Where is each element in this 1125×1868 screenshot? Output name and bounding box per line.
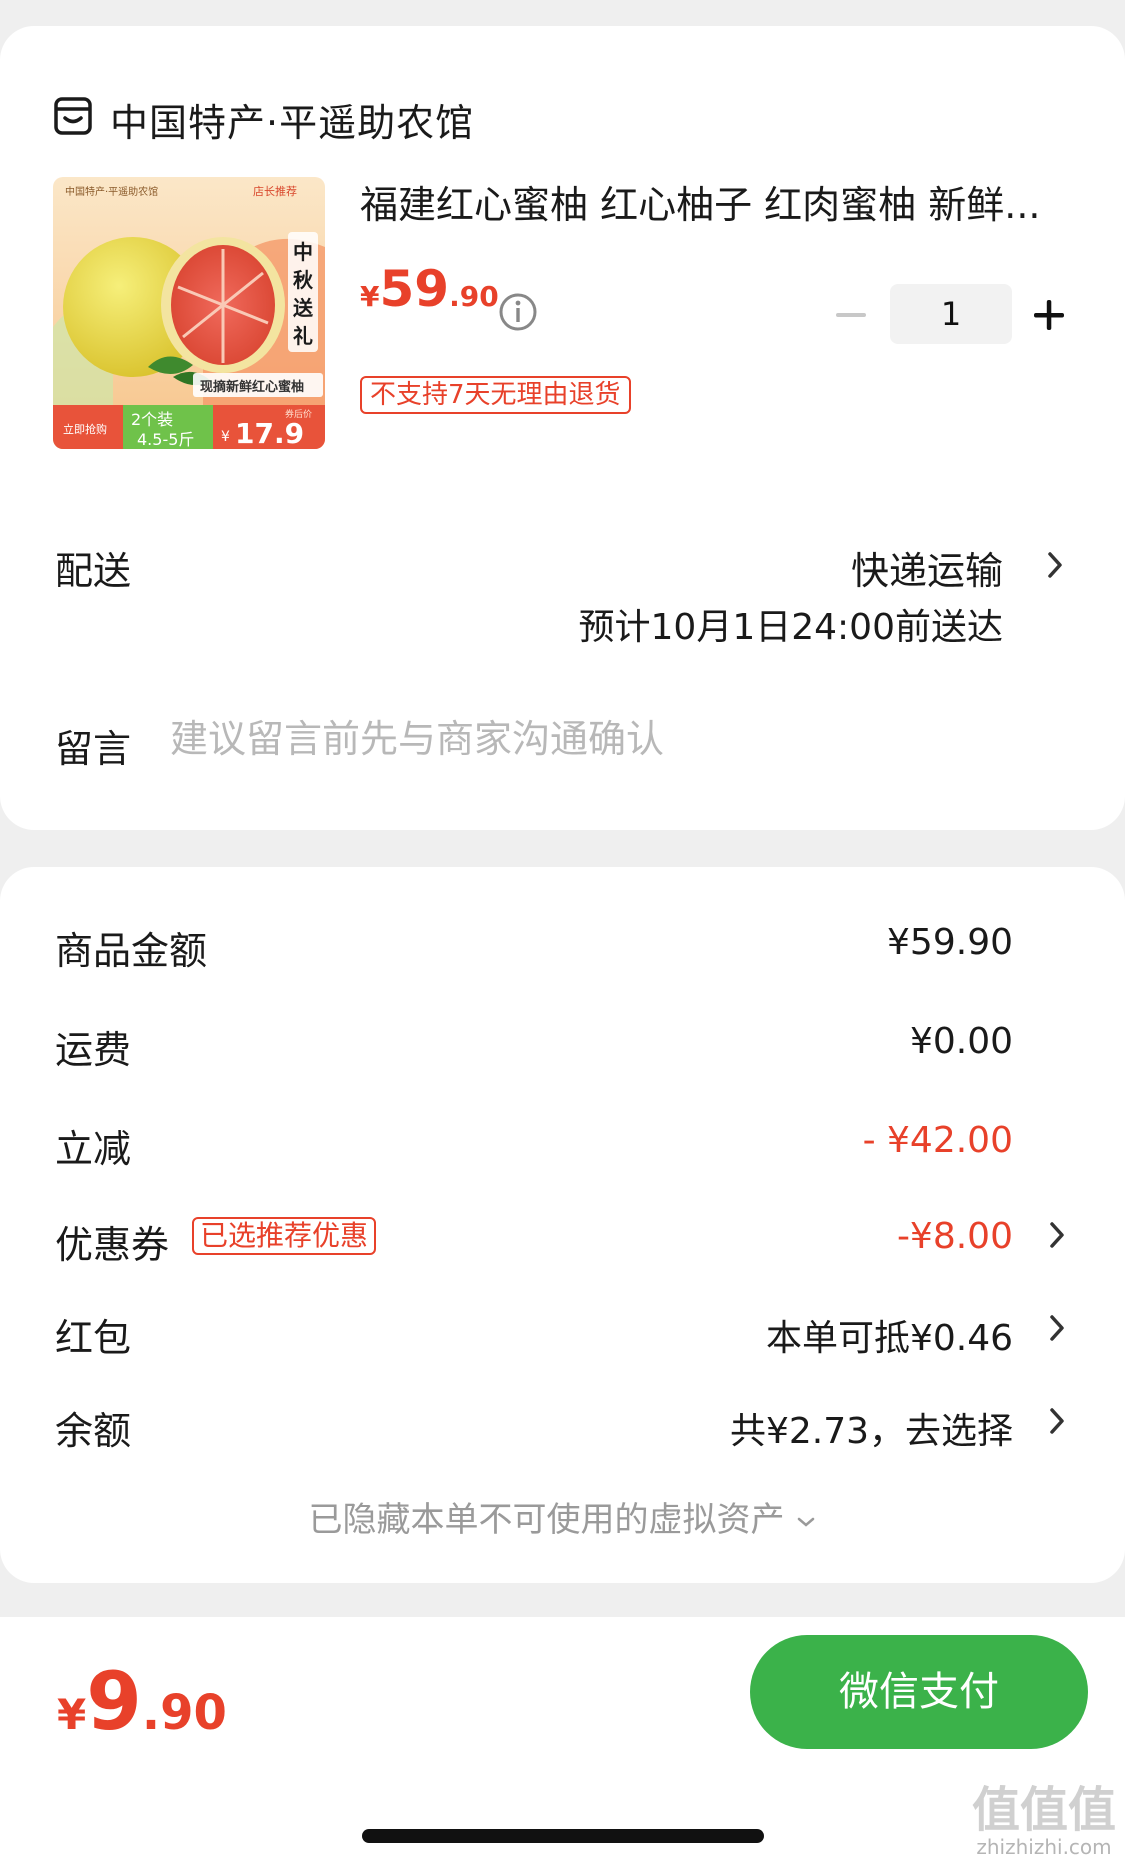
image-weight: 4.5-5斤 [137,430,194,449]
image-promo-price: 17.9 [235,417,304,449]
goods-amount-value: ¥59.90 [887,922,1013,963]
redpacket-label: 红包 [55,1316,132,1360]
discount-label: 立减 [55,1127,132,1171]
shop-name[interactable]: 中国特产·平遥助农馆 [110,92,474,147]
redpacket-value[interactable]: 本单可抵¥0.46 [766,1309,1013,1361]
price-decimal: .90 [449,280,499,313]
goods-amount-label: 商品金额 [55,929,208,973]
coupon-value[interactable]: -¥8.00 [897,1216,1013,1257]
watermark: 值值值 zhizhizhi.com [972,1785,1116,1859]
shipping-value: ¥0.00 [909,1021,1013,1062]
message-label: 留言 [55,727,132,771]
discount-value: - ¥42.00 [862,1120,1013,1161]
image-vertical-text-2: 秋 [293,268,314,292]
watermark-url: zhizhizhi.com [976,1835,1112,1859]
balance-value[interactable]: 共¥2.73，去选择 [730,1402,1013,1454]
total-integer: 9 [86,1655,142,1748]
chevron-right-icon[interactable] [1042,548,1068,582]
image-vertical-text-3: 送 [293,296,314,320]
hidden-assets-text: 已隐藏本单不可使用的虚拟资产 [308,1500,785,1540]
watermark-mark: 值值值 [972,1782,1117,1838]
image-promo-currency: ¥ [221,429,230,445]
total-decimal: .90 [141,1685,227,1741]
product-price: ¥59.90 [360,260,499,318]
delivery-eta: 预计10月1日24:00前送达 [578,607,1003,648]
delivery-method[interactable]: 快递运输 [851,540,1003,595]
image-buy-now: 立即抢购 [63,422,107,436]
delivery-label: 配送 [55,549,132,593]
chevron-down-icon [797,1517,814,1527]
no-return-tag: 不支持7天无理由退货 [360,376,631,414]
image-badge: 店长推荐 [253,184,297,198]
quantity-minus-button[interactable] [832,296,870,334]
product-image[interactable]: 中 秋 送 礼 中国特产·平遥助农馆 店长推荐 现摘新鲜红心蜜柚 立即抢购 2个… [53,177,325,449]
wechat-pay-button[interactable]: 微信支付 [750,1635,1088,1749]
image-brand-line: 中国特产·平遥助农馆 [65,185,158,198]
image-pack: 2个装 [131,410,173,429]
home-indicator[interactable] [362,1829,764,1843]
quantity-value[interactable]: 1 [890,284,1012,344]
total-price: ¥9.90 [57,1655,227,1748]
product-title[interactable]: 福建红心蜜柚 红心柚子 红肉蜜柚 新鲜... [360,174,1072,229]
info-icon[interactable] [498,292,538,332]
coupon-label: 优惠券 [55,1223,170,1267]
price-integer: 59 [379,260,450,318]
price-currency: ¥ [360,280,380,313]
image-vertical-text-4: 礼 [293,324,313,348]
hidden-assets-toggle[interactable]: 已隐藏本单不可使用的虚拟资产 [0,1492,1125,1541]
chevron-right-icon[interactable] [1044,1218,1070,1252]
chevron-right-icon[interactable] [1044,1311,1070,1345]
balance-label: 余额 [55,1409,132,1453]
shipping-label: 运费 [55,1028,132,1072]
message-input[interactable] [170,712,1050,766]
quantity-plus-button[interactable] [1030,296,1068,334]
coupon-tag[interactable]: 已选推荐优惠 [192,1217,377,1255]
shop-icon [54,97,92,135]
image-vertical-text-1: 中 [293,240,313,264]
chevron-right-icon[interactable] [1044,1404,1070,1438]
total-currency: ¥ [57,1690,87,1739]
image-caption: 现摘新鲜红心蜜柚 [200,379,304,395]
